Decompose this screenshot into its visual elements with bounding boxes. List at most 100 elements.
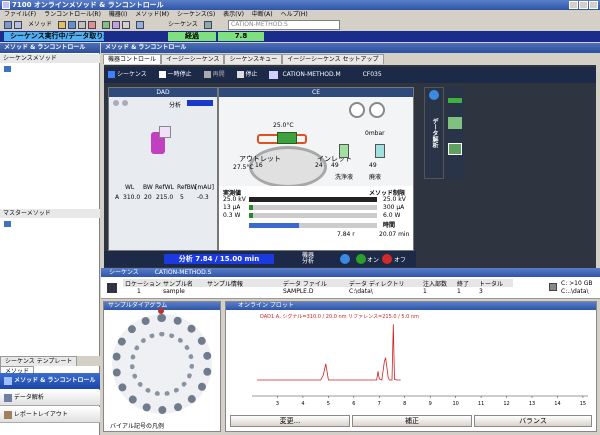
cell-location: 1 xyxy=(137,288,141,295)
tab-sequence-template[interactable]: シーケンス テンプレート xyxy=(0,356,78,366)
dad-col-refbw: RefBW xyxy=(177,184,197,191)
x-tick-label: 7 xyxy=(378,401,381,407)
run-strip: 分析 7.84 / 15.00 min 機器 分析 オン オフ xyxy=(104,251,416,267)
tab-sequence-queue[interactable]: シーケンスキュー xyxy=(224,54,283,64)
off-icon xyxy=(382,254,392,264)
sequence-header: シーケンス CATION-METHOD.S xyxy=(101,268,600,277)
adjust-button[interactable]: 補正 xyxy=(352,415,472,427)
col-data-file: データ ファイル xyxy=(283,281,327,287)
menu-method[interactable]: メソッド(M) xyxy=(135,11,169,18)
change-button[interactable]: 変更... xyxy=(230,415,350,427)
menu-help[interactable]: ヘルプ(H) xyxy=(281,11,308,18)
elapsed-label: 経過 xyxy=(168,32,216,41)
dad-lamp-icon-2 xyxy=(122,100,128,106)
tab-easy-sequence[interactable]: イージーシーケンス xyxy=(161,54,225,64)
on-icon xyxy=(356,254,366,264)
col-sample-info: サンプル情報 xyxy=(207,281,243,287)
menu-file[interactable]: ファイル(F) xyxy=(4,11,36,18)
toolbar-icon-9[interactable] xyxy=(122,21,130,29)
disk-directory: C:..\data\ xyxy=(561,288,589,295)
menu-view[interactable]: 表示(V) xyxy=(223,11,244,18)
col-total: トータル xyxy=(479,281,504,287)
toolbar-icon-6[interactable] xyxy=(88,21,96,29)
menu-sequence[interactable]: シーケンス(S) xyxy=(177,11,215,18)
master-method-item[interactable] xyxy=(4,220,94,228)
nav-method-label: メソッド & ランコントロール xyxy=(14,377,96,384)
time-total: 20.07 min xyxy=(379,231,410,238)
menu-bar: ファイル(F) ランコントロール(R) 機器(I) メソッド(M) シーケンス(… xyxy=(0,10,600,19)
close-button[interactable] xyxy=(589,1,598,9)
tray-legend[interactable]: バイアル記号の凡例 xyxy=(110,421,164,430)
dad-status-indicator xyxy=(187,100,213,106)
instrument-id: CF035 xyxy=(362,71,382,78)
instrument-status-line2: 分析 xyxy=(301,258,314,265)
col-end: 終了 xyxy=(457,281,470,287)
stop-button[interactable]: 停止 xyxy=(246,71,258,78)
nav-data-analysis[interactable]: データ解析 xyxy=(0,390,100,406)
ce-header: CE xyxy=(219,88,413,97)
toolbar-icon-2[interactable] xyxy=(14,21,22,29)
balance-button[interactable]: バランス xyxy=(474,415,592,427)
sequence-method-item[interactable] xyxy=(4,65,94,73)
menu-instrument[interactable]: 機器(I) xyxy=(109,11,127,18)
method-label: メソッド xyxy=(28,21,53,28)
window-title: 7100 オンラインメソッド & ランコントロール xyxy=(12,1,164,9)
help-button[interactable] xyxy=(340,254,350,264)
toolbar-icon-7[interactable] xyxy=(102,21,110,29)
ce-pressure: 0mbar xyxy=(365,130,385,137)
toolbar-icon-1[interactable] xyxy=(4,21,12,29)
toolbar-icon-8[interactable] xyxy=(112,21,120,29)
pause-button[interactable]: 一時停止 xyxy=(168,71,192,78)
current-actual: 13 µA xyxy=(223,204,241,211)
dad-module: DAD 分析 WL BW RefWL RefBW [mAU] A 310.0 2… xyxy=(108,87,218,251)
nav-method-run-control[interactable]: メソッド & ランコントロール xyxy=(0,373,100,389)
sequence-table-icon[interactable] xyxy=(107,283,117,293)
stop-icon xyxy=(236,71,244,78)
menu-run-control[interactable]: ランコントロール(R) xyxy=(44,11,101,18)
toolbar-icon-5[interactable] xyxy=(78,21,86,29)
run-progress: 分析 7.84 / 15.00 min xyxy=(164,254,274,264)
app-icon xyxy=(2,1,10,9)
menu-abort[interactable]: 中断(A) xyxy=(252,11,273,18)
toolbar-icon-4[interactable] xyxy=(68,21,76,29)
tab-easy-sequence-setup[interactable]: イージーシーケンス セットアップ xyxy=(282,54,384,64)
time-label: 時間 xyxy=(383,222,396,229)
sequence-icon[interactable] xyxy=(204,21,212,29)
power-actual: 0.3 W xyxy=(223,212,241,219)
resume-button[interactable]: 再開 xyxy=(213,71,225,78)
dad-row-refbw: 5 xyxy=(180,194,184,201)
on-button[interactable]: オン xyxy=(367,255,379,264)
off-button[interactable]: オフ xyxy=(394,255,406,264)
ce-waste-label: 廃液 xyxy=(369,174,382,181)
col-data-directory: データ ディレクトリ xyxy=(349,281,405,287)
run-status-bar: シーケンス実行中/データ取り込み 経過 7.8 xyxy=(0,31,600,42)
x-tick-label: 3 xyxy=(276,401,279,407)
minimize-button[interactable] xyxy=(569,1,578,9)
table-row[interactable]: 1 sample SAMPLE.D C:\data\ 1 1 3 xyxy=(123,288,513,296)
help-icon[interactable] xyxy=(429,90,439,100)
toolbar-icon-3[interactable] xyxy=(58,21,66,29)
signal-icon[interactable] xyxy=(448,143,462,155)
ce-vial-wash xyxy=(339,144,349,158)
method-file: CATION-METHOD.M xyxy=(282,71,341,78)
dad-table-row: A 310.0 20 215.0 5 -0.3 xyxy=(113,194,217,202)
chromatogram-icon[interactable] xyxy=(448,91,462,103)
dad-lamp-icon xyxy=(113,100,119,106)
method-file-icon xyxy=(269,70,279,79)
ce-cartridge xyxy=(277,132,297,144)
ce-temp-tray: 27.5°C xyxy=(233,164,254,171)
method-select[interactable]: CATION-METHOD.S xyxy=(228,20,340,30)
balance-icon[interactable] xyxy=(448,117,462,129)
instrument-panel: シーケンス 一時停止 再開 停止 CATION-METHOD.M CF035 D… xyxy=(104,65,596,268)
ce-inlet-vial: 24 xyxy=(315,162,323,169)
maximize-button[interactable] xyxy=(579,1,588,9)
dad-col-refwl: RefWL xyxy=(155,184,174,191)
nav-report-layout[interactable]: レポートレイアウト xyxy=(0,407,100,423)
toolbar-icon-10[interactable] xyxy=(136,21,144,29)
tab-instrument-control[interactable]: 機器コントロール xyxy=(103,54,162,64)
nav-data-label: データ解析 xyxy=(13,394,44,401)
sequence-toggle[interactable]: シーケンス xyxy=(117,71,147,78)
current-limit: 300 µA xyxy=(383,204,405,211)
nav-report-icon xyxy=(4,410,12,419)
master-method-label: マスターメソッド xyxy=(0,209,100,218)
